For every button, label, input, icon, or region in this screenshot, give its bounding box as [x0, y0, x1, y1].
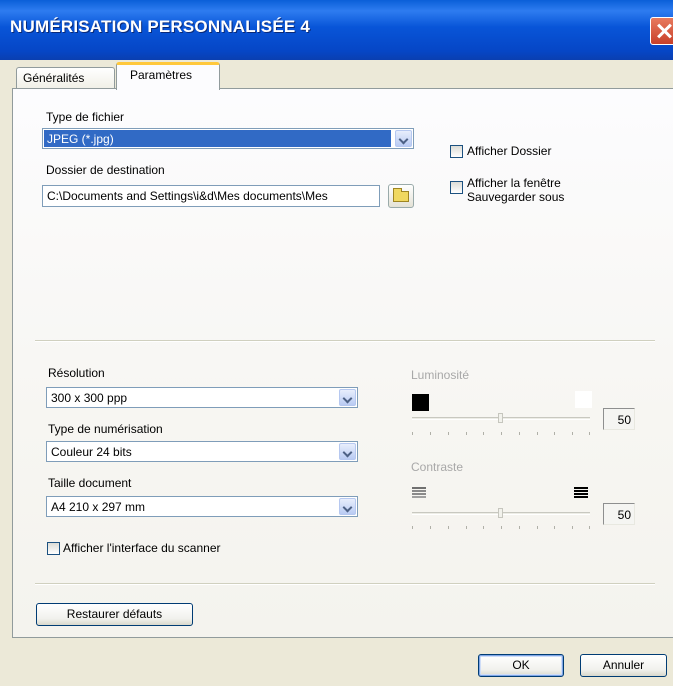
resolution-label: Résolution — [48, 366, 105, 380]
document-size-label: Taille document — [48, 476, 132, 490]
contrast-slider-thumb[interactable] — [498, 508, 503, 518]
chevron-down-icon[interactable] — [395, 130, 412, 147]
document-size-value: A4 210 x 297 mm — [51, 500, 146, 514]
scan-type-select[interactable]: Couleur 24 bits — [46, 441, 358, 462]
show-folder-label: Afficher Dossier — [467, 144, 552, 158]
contrast-label: Contraste — [411, 460, 464, 474]
close-button[interactable] — [650, 17, 673, 45]
light-swatch-icon — [575, 391, 592, 408]
window-title: NUMÉRISATION PERSONNALISÉE 4 — [10, 17, 310, 36]
contrast-ticks — [412, 526, 590, 530]
show-saveas-checkbox[interactable] — [450, 181, 463, 194]
brightness-slider-thumb[interactable] — [498, 413, 503, 423]
section-divider-bottom — [35, 583, 655, 585]
contrast-value: 50 — [617, 508, 631, 522]
destination-folder-field[interactable]: C:\Documents and Settings\i&d\Mes docume… — [42, 185, 380, 207]
cancel-button[interactable]: Annuler — [580, 654, 667, 677]
browse-folder-button[interactable] — [388, 184, 414, 208]
show-saveas-label-line2: Sauvegarder sous — [467, 190, 565, 204]
show-saveas-label-line1: Afficher la fenêtre — [467, 176, 561, 190]
low-contrast-icon — [412, 487, 426, 499]
section-divider — [35, 340, 655, 342]
file-type-value: JPEG (*.jpg) — [44, 130, 391, 147]
chevron-down-icon[interactable] — [339, 498, 356, 515]
tab-generalites[interactable]: Généralités — [16, 67, 115, 89]
destination-folder-label: Dossier de destination — [46, 163, 165, 177]
title-bar[interactable]: NUMÉRISATION PERSONNALISÉE 4 — [0, 0, 673, 60]
dark-swatch-icon — [412, 394, 429, 411]
high-contrast-icon — [574, 487, 588, 499]
resolution-value: 300 x 300 ppp — [51, 391, 128, 405]
tab-parametres[interactable]: Paramètres — [116, 62, 220, 90]
chevron-down-icon[interactable] — [339, 443, 356, 460]
scan-type-value: Couleur 24 bits — [51, 445, 132, 459]
dialog-window: NUMÉRISATION PERSONNALISÉE 4 Généralités… — [0, 0, 673, 686]
destination-folder-value: C:\Documents and Settings\i&d\Mes docume… — [47, 189, 328, 203]
show-folder-checkbox[interactable] — [450, 145, 463, 158]
scan-type-label: Type de numérisation — [48, 422, 163, 436]
brightness-label: Luminosité — [411, 368, 470, 382]
contrast-value-box: 50 — [603, 503, 635, 525]
chevron-down-icon[interactable] — [339, 389, 356, 406]
brightness-ticks — [412, 432, 590, 436]
show-scanner-ui-label: Afficher l'interface du scanner — [63, 541, 221, 555]
brightness-value: 50 — [617, 413, 631, 427]
file-type-label: Type de fichier — [46, 110, 125, 124]
resolution-select[interactable]: 300 x 300 ppp — [46, 387, 358, 408]
show-saveas-label: Afficher la fenêtre Sauvegarder sous — [467, 176, 564, 204]
brightness-value-box: 50 — [603, 408, 635, 430]
restore-defaults-button[interactable]: Restaurer défauts — [36, 603, 193, 626]
document-size-select[interactable]: A4 210 x 297 mm — [46, 496, 358, 517]
ok-button[interactable]: OK — [478, 654, 564, 677]
folder-icon — [393, 188, 409, 202]
show-scanner-ui-checkbox[interactable] — [47, 542, 60, 555]
file-type-select[interactable]: JPEG (*.jpg) — [42, 128, 414, 149]
